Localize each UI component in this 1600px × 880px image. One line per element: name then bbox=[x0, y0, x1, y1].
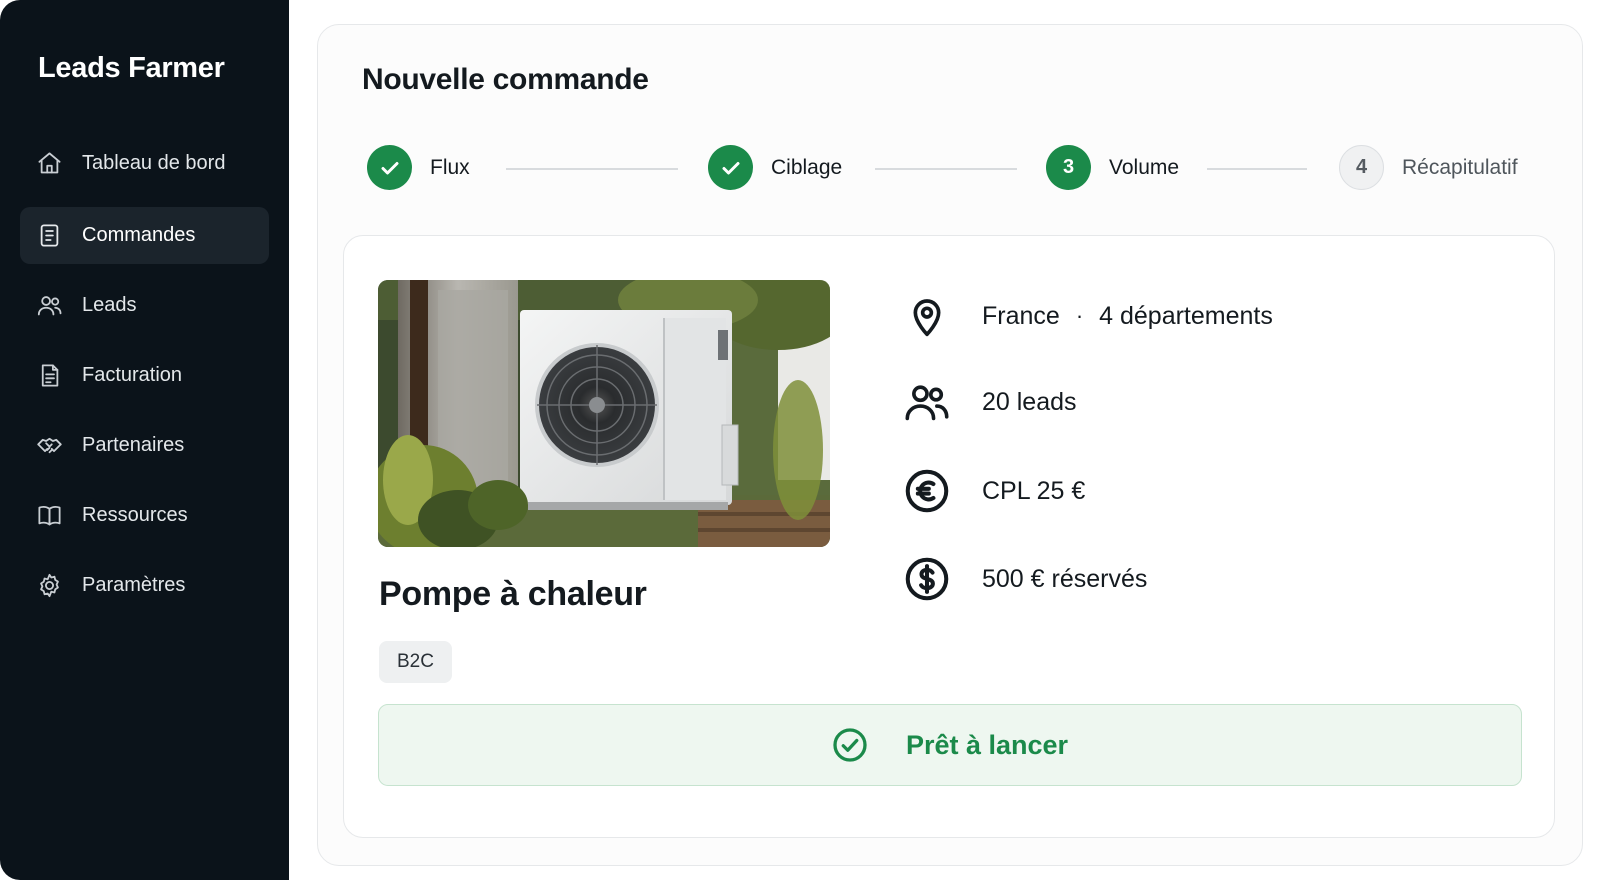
euro-icon bbox=[904, 468, 950, 514]
users-icon bbox=[904, 379, 950, 425]
cost-per-lead: CPL 25 € bbox=[982, 476, 1086, 505]
handshake-icon bbox=[35, 432, 63, 460]
step-label: Ciblage bbox=[771, 155, 843, 179]
app-logo-text: Leads Farmer bbox=[38, 52, 225, 84]
location-country: France bbox=[982, 301, 1060, 330]
sidebar-item-resources[interactable]: Ressources bbox=[20, 487, 269, 544]
order-summary-card: Pompe à chaleur B2C France · 4 départeme… bbox=[343, 235, 1555, 838]
location-departments: 4 départements bbox=[1099, 301, 1273, 330]
sidebar-item-label: Paramètres bbox=[82, 574, 186, 596]
reserved-row: 500 € réservés bbox=[904, 556, 1147, 602]
step-number: 3 bbox=[1046, 145, 1091, 190]
sidebar-item-label: Partenaires bbox=[82, 434, 185, 456]
sidebar-item-leads[interactable]: Leads bbox=[20, 277, 269, 334]
leads-count: 20 leads bbox=[982, 387, 1077, 416]
book-icon bbox=[35, 502, 63, 530]
sidebar-item-billing[interactable]: Facturation bbox=[20, 347, 269, 404]
step-number: 4 bbox=[1339, 145, 1384, 190]
ready-to-launch-button[interactable]: Prêt à lancer bbox=[378, 704, 1522, 786]
sidebar-item-dashboard[interactable]: Tableau de bord bbox=[20, 135, 269, 192]
sidebar-item-label: Facturation bbox=[82, 364, 183, 386]
sidebar: Leads Farmer Tableau de bord Commandes L… bbox=[0, 0, 289, 880]
product-title: Pompe à chaleur bbox=[379, 575, 647, 613]
leads-row: 20 leads bbox=[904, 379, 1077, 425]
step-flux[interactable]: Flux bbox=[367, 145, 470, 190]
location-row: France · 4 départements bbox=[904, 293, 1273, 339]
step-label: Volume bbox=[1109, 155, 1180, 179]
sidebar-item-orders[interactable]: Commandes bbox=[20, 207, 269, 264]
sidebar-item-partners[interactable]: Partenaires bbox=[20, 417, 269, 474]
sidebar-item-settings[interactable]: Paramètres bbox=[20, 557, 269, 614]
step-ciblage[interactable]: Ciblage bbox=[708, 145, 842, 190]
step-connector bbox=[1207, 168, 1307, 170]
gear-icon bbox=[35, 572, 63, 600]
heat-pump-image bbox=[378, 280, 830, 547]
step-label: Flux bbox=[430, 155, 470, 179]
step-recapitulatif[interactable]: 4 Récapitulatif bbox=[1339, 145, 1518, 190]
separator: · bbox=[1075, 303, 1084, 328]
step-complete-check-icon bbox=[708, 145, 753, 190]
step-connector bbox=[875, 168, 1017, 170]
sidebar-item-label: Leads bbox=[82, 294, 137, 316]
home-icon bbox=[35, 150, 63, 178]
check-circle-icon bbox=[833, 728, 867, 762]
invoice-icon bbox=[35, 362, 63, 390]
page-title: Nouvelle commande bbox=[362, 63, 649, 96]
reserved-amount: 500 € réservés bbox=[982, 564, 1148, 593]
ready-label: Prêt à lancer bbox=[905, 729, 1069, 760]
location-pin-icon bbox=[904, 293, 950, 339]
users-icon bbox=[35, 292, 63, 320]
sidebar-item-label: Ressources bbox=[82, 504, 188, 526]
sidebar-item-label: Commandes bbox=[82, 224, 196, 246]
new-order-panel: Nouvelle commande Flux Ciblage 3 Volume … bbox=[317, 24, 1583, 866]
document-icon bbox=[35, 222, 63, 250]
step-label: Récapitulatif bbox=[1402, 155, 1518, 179]
step-volume[interactable]: 3 Volume bbox=[1046, 145, 1179, 190]
cpl-row: CPL 25 € bbox=[904, 468, 1085, 514]
sidebar-item-label: Tableau de bord bbox=[82, 152, 226, 174]
segment-badge: B2C bbox=[379, 641, 452, 683]
step-connector bbox=[506, 168, 678, 170]
dollar-icon bbox=[904, 556, 950, 602]
step-complete-check-icon bbox=[367, 145, 412, 190]
